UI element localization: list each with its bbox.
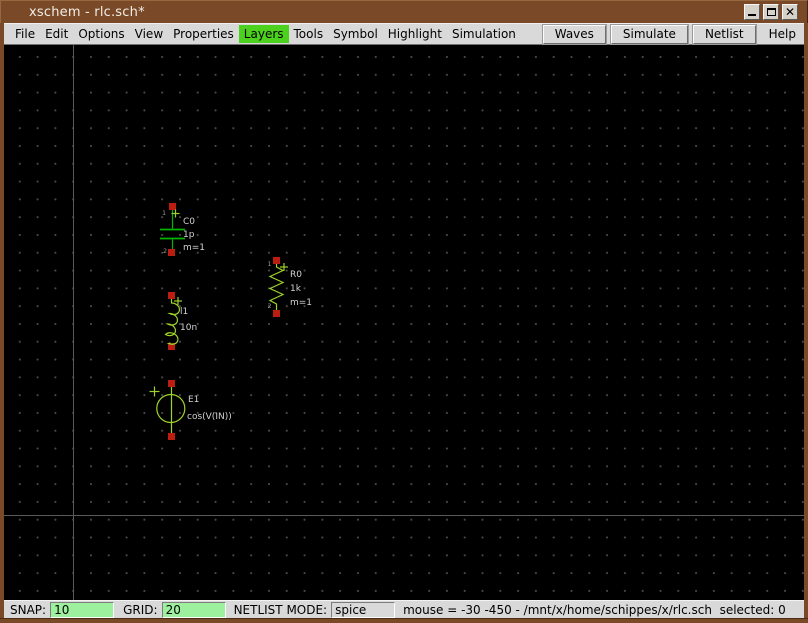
title-bar[interactable]: xschem - rlc.sch* ✕ bbox=[0, 0, 808, 23]
schematic-canvas[interactable]: 1 2 C0 1p m=1 l1 10n bbox=[4, 45, 804, 600]
component-ref: R0 bbox=[290, 270, 302, 280]
waves-button[interactable]: Waves bbox=[543, 25, 606, 44]
window-title: xschem - rlc.sch* bbox=[29, 5, 145, 20]
component-source-e1[interactable]: E1 cos(V(IN)) bbox=[150, 380, 232, 440]
component-capacitor-c0[interactable]: 1 2 C0 1p m=1 bbox=[160, 203, 205, 256]
component-param: m=1 bbox=[183, 243, 205, 253]
menu-bar: File Edit Options View Properties Layers… bbox=[4, 23, 804, 45]
menu-symbol[interactable]: Symbol bbox=[328, 25, 383, 43]
mouse-status-text: mouse = -30 -450 - /mnt/x/home/schippes/… bbox=[403, 603, 786, 617]
menu-view[interactable]: View bbox=[130, 25, 168, 43]
menu-help[interactable]: Help bbox=[761, 25, 802, 43]
component-inductor-l1[interactable]: l1 10n bbox=[166, 292, 198, 350]
pin-square bbox=[168, 249, 175, 256]
menu-edit[interactable]: Edit bbox=[40, 25, 73, 43]
window-controls: ✕ bbox=[744, 4, 798, 20]
netlist-button[interactable]: Netlist bbox=[693, 25, 756, 44]
snap-label: SNAP: bbox=[10, 603, 46, 617]
component-param: m=1 bbox=[290, 298, 312, 308]
component-ref: l1 bbox=[180, 307, 188, 317]
menu-properties[interactable]: Properties bbox=[168, 25, 239, 43]
status-bar: SNAP: 10 GRID: 20 NETLIST MODE: spice mo… bbox=[4, 600, 804, 618]
pin-square bbox=[168, 292, 175, 299]
menu-highlight[interactable]: Highlight bbox=[383, 25, 447, 43]
pin-number: 1 bbox=[268, 260, 272, 268]
menu-layers[interactable]: Layers bbox=[239, 25, 289, 43]
window-frame-bottom bbox=[0, 618, 808, 623]
component-value: cos(V(IN)) bbox=[187, 412, 232, 422]
inductor-coil bbox=[166, 299, 180, 344]
pin-square bbox=[273, 310, 280, 317]
window-body: File Edit Options View Properties Layers… bbox=[0, 23, 808, 618]
menu-action-buttons: Waves Simulate Netlist Help bbox=[543, 25, 804, 44]
maximize-icon bbox=[767, 8, 776, 16]
component-value: 1p bbox=[183, 230, 195, 240]
snap-input[interactable]: 10 bbox=[50, 602, 114, 618]
menu-tools[interactable]: Tools bbox=[289, 25, 329, 43]
minimize-button[interactable] bbox=[744, 4, 760, 20]
pin-square bbox=[168, 433, 175, 440]
source-symbol bbox=[157, 387, 185, 433]
pin-number: 2 bbox=[163, 247, 167, 255]
netlist-mode-input[interactable]: spice bbox=[331, 602, 395, 618]
pin-square bbox=[169, 203, 176, 210]
grid-input[interactable]: 20 bbox=[162, 602, 226, 618]
netlist-mode-label: NETLIST MODE: bbox=[234, 603, 328, 617]
menu-options[interactable]: Options bbox=[73, 25, 129, 43]
simulate-button[interactable]: Simulate bbox=[611, 25, 688, 44]
maximize-button[interactable] bbox=[763, 4, 779, 20]
plus-mark-icon bbox=[150, 387, 160, 397]
component-ref: E1 bbox=[188, 395, 199, 405]
component-ref: C0 bbox=[183, 217, 195, 227]
xschem-window: xschem - rlc.sch* ✕ File Edit Options Vi… bbox=[0, 0, 808, 623]
resistor-zigzag bbox=[270, 264, 283, 310]
close-icon: ✕ bbox=[785, 6, 795, 18]
menu-file[interactable]: File bbox=[10, 25, 40, 43]
pin-number: 2 bbox=[268, 302, 272, 310]
pin-number: 1 bbox=[162, 209, 166, 217]
component-value: 10n bbox=[180, 323, 197, 333]
pin-square bbox=[168, 380, 175, 387]
component-value: 1k bbox=[290, 284, 302, 294]
component-resistor-r0[interactable]: 1 2 R0 1k m=1 bbox=[268, 257, 313, 317]
pin-square bbox=[273, 257, 280, 264]
close-button[interactable]: ✕ bbox=[782, 4, 798, 20]
grid-label: GRID: bbox=[123, 603, 157, 617]
menu-simulation[interactable]: Simulation bbox=[447, 25, 521, 43]
schematic-svg: 1 2 C0 1p m=1 l1 10n bbox=[4, 45, 804, 600]
minimize-icon bbox=[748, 14, 756, 16]
